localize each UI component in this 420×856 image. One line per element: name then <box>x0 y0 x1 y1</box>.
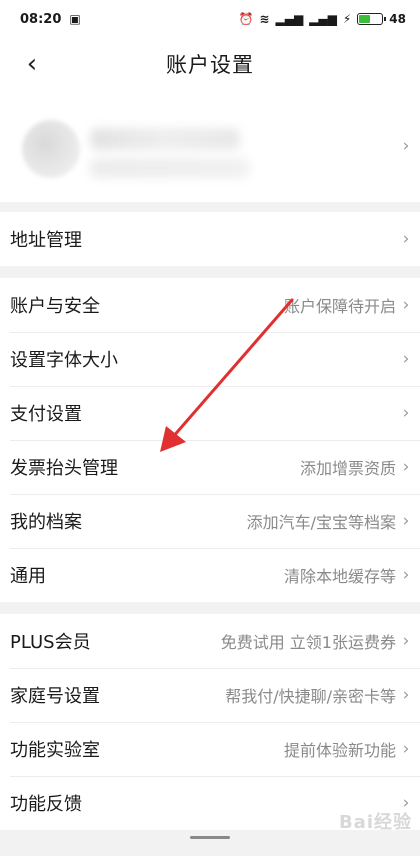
alarm-icon: ⏰ <box>238 12 254 26</box>
signal-icon-2: ▂▄▆ <box>309 12 337 26</box>
page-title: 账户设置 <box>166 53 254 77</box>
section-account: 账户与安全 账户保障待开启 › 设置字体大小 › 支付设置 › 发票抬头管理 添… <box>0 278 420 602</box>
chevron-right-icon: › <box>402 511 410 531</box>
chevron-right-icon: › <box>402 295 410 315</box>
back-arrow-icon[interactable]: ‹ <box>18 49 46 79</box>
chevron-right-icon: › <box>402 565 410 585</box>
settings-row-account-security[interactable]: 账户与安全 账户保障待开启 › <box>0 278 420 332</box>
settings-row-payment[interactable]: 支付设置 › <box>0 386 420 440</box>
home-indicator[interactable] <box>190 836 230 839</box>
chevron-right-icon: › <box>402 136 410 156</box>
settings-row-general[interactable]: 通用 清除本地缓存等 › <box>0 548 420 602</box>
row-value: 添加汽车/宝宝等档案 <box>246 513 396 532</box>
chevron-right-icon: › <box>402 685 410 705</box>
settings-row-address[interactable]: 地址管理 › <box>0 212 420 266</box>
row-label: 功能反馈 <box>10 794 82 815</box>
chevron-right-icon: › <box>402 403 410 423</box>
status-bar: 08:20 ▣ ⏰ ≋ ▂▄▆ ▂▄▆ ⚡ 48 <box>0 0 420 38</box>
nav-bar: ‹ 账户设置 <box>0 38 420 90</box>
watermark: Bai经验 <box>338 812 412 833</box>
section-address: 地址管理 › <box>0 212 420 266</box>
row-label: 我的档案 <box>10 512 82 533</box>
settings-row-feature-lab[interactable]: 功能实验室 提前体验新功能 › <box>0 722 420 776</box>
notification-icon: ▣ <box>69 12 81 26</box>
row-value: 清除本地缓存等 <box>283 567 396 586</box>
row-value: 添加增票资质 <box>299 459 396 478</box>
settings-row-invoice-title[interactable]: 发票抬头管理 添加增票资质 › <box>0 440 420 494</box>
wifi-icon: ≋ <box>259 12 270 26</box>
chevron-right-icon: › <box>402 631 410 651</box>
status-time: 08:20 <box>20 11 62 27</box>
avatar <box>22 120 80 178</box>
row-label: 通用 <box>10 566 46 587</box>
chevron-right-icon: › <box>402 229 410 249</box>
row-label: 功能实验室 <box>10 740 100 761</box>
settings-row-family-account[interactable]: 家庭号设置 帮我付/快捷聊/亲密卡等 › <box>0 668 420 722</box>
charging-icon: ⚡ <box>342 12 352 26</box>
row-value: 提前体验新功能 <box>283 741 396 760</box>
battery-level-fill <box>359 15 370 23</box>
battery-percent: 48 <box>389 12 406 26</box>
settings-row-plus-member[interactable]: PLUS会员 免费试用 立领1张运费券 › <box>0 614 420 668</box>
battery-icon <box>357 13 387 25</box>
row-label: 设置字体大小 <box>10 350 118 371</box>
status-icons: ⏰ ≋ ▂▄▆ ▂▄▆ ⚡ 48 <box>238 12 406 26</box>
chevron-right-icon: › <box>402 457 410 477</box>
signal-icon: ▂▄▆ <box>275 12 304 26</box>
section-membership: PLUS会员 免费试用 立领1张运费券 › 家庭号设置 帮我付/快捷聊/亲密卡等… <box>0 614 420 830</box>
row-label: 地址管理 <box>10 230 82 251</box>
row-value: 账户保障待开启 <box>283 297 396 316</box>
row-label: 账户与安全 <box>10 296 100 317</box>
username-blurred <box>90 128 240 150</box>
settings-row-font-size[interactable]: 设置字体大小 › <box>0 332 420 386</box>
row-value: 免费试用 立领1张运费券 <box>220 633 396 652</box>
chevron-right-icon: › <box>402 349 410 369</box>
settings-row-my-profile[interactable]: 我的档案 添加汽车/宝宝等档案 › <box>0 494 420 548</box>
row-label: 支付设置 <box>10 404 82 425</box>
user-subtext-blurred <box>90 158 250 178</box>
profile-card[interactable]: › <box>0 90 420 202</box>
row-label: PLUS会员 <box>10 632 91 653</box>
row-value: 帮我付/快捷聊/亲密卡等 <box>225 687 396 706</box>
row-label: 家庭号设置 <box>10 686 100 707</box>
row-label: 发票抬头管理 <box>10 458 118 479</box>
chevron-right-icon: › <box>402 739 410 759</box>
